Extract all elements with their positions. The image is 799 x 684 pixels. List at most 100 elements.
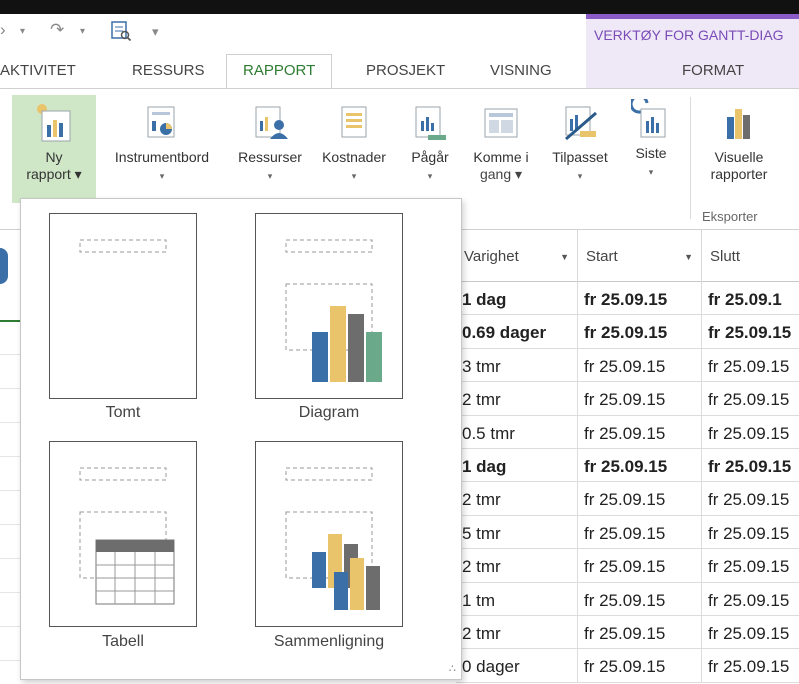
report-option-blank[interactable] — [49, 213, 197, 399]
duration-cell[interactable]: 2 tmr — [456, 549, 578, 583]
tab-prosjekt[interactable]: PROSJEKT — [366, 62, 445, 79]
costs-button[interactable]: Kostnader ▾ — [312, 95, 396, 203]
duration-cell[interactable]: 0.5 tmr — [456, 415, 578, 449]
end-cell[interactable]: fr 25.09.15 — [702, 616, 799, 649]
context-tab-group: VERKTØY FOR GANTT-DIAG — [586, 14, 799, 54]
dashboard-icon — [147, 106, 175, 138]
in-progress-icon — [415, 106, 446, 140]
report-option-comparison[interactable] — [255, 441, 403, 627]
resources-icon — [255, 106, 288, 139]
start-cell[interactable]: fr 25.09.15 — [578, 616, 702, 650]
row-line — [0, 626, 20, 627]
end-cell[interactable]: fr 25.09.15 — [702, 482, 799, 515]
tab-format[interactable]: FORMAT — [682, 62, 744, 79]
resources-button[interactable]: Ressurser ▾ — [230, 95, 310, 203]
column-header-start[interactable]: Start ▼ — [578, 230, 702, 282]
tab-visning[interactable]: VISNING — [490, 62, 552, 79]
tab-aktivitet[interactable]: AKTIVITET — [0, 62, 76, 79]
end-cell[interactable]: fr 25.09.15 — [702, 416, 799, 449]
getting-started-icon — [484, 108, 518, 138]
task-grid: Varighet ▼ Start ▼ Slutt 1 dag fr 25.09.1… — [456, 230, 799, 684]
report-option-chart[interactable] — [255, 213, 403, 399]
end-cell[interactable]: fr 25.09.15 — [702, 583, 799, 616]
duration-cell[interactable]: 2 tmr — [456, 382, 578, 416]
row-line — [0, 422, 20, 423]
start-cell[interactable]: fr 25.09.15 — [578, 315, 702, 349]
duration-filter-icon[interactable]: ▼ — [560, 252, 569, 262]
start-cell[interactable]: fr 25.09.15 — [578, 449, 702, 483]
end-cell[interactable]: fr 25.09.15 — [702, 315, 799, 348]
report-option-table[interactable] — [49, 441, 197, 627]
end-cell[interactable]: fr 25.09.15 — [702, 449, 799, 482]
end-cell[interactable]: fr 25.09.15 — [702, 516, 799, 549]
duration-cell[interactable]: 0 dager — [456, 649, 578, 683]
redo-dropdown-icon[interactable]: ▾ — [80, 26, 85, 37]
print-preview-icon[interactable] — [110, 20, 132, 47]
duration-cell[interactable]: 1 tm — [456, 582, 578, 616]
in-progress-button[interactable]: Pågår ▾ — [400, 95, 460, 203]
row-line — [0, 592, 20, 593]
table-row[interactable]: 1 dag fr 25.09.15 fr 25.09.15 — [456, 449, 799, 483]
resize-grip-icon[interactable]: ∴ — [449, 662, 456, 675]
undo-icon[interactable]: › — [0, 20, 6, 40]
start-cell[interactable]: fr 25.09.15 — [578, 515, 702, 550]
start-cell[interactable]: fr 25.09.15 — [578, 482, 702, 516]
tab-ressurs[interactable]: RESSURS — [132, 62, 205, 79]
column-header-end-label: Slutt — [710, 248, 741, 265]
start-cell[interactable]: fr 25.09.15 — [578, 282, 702, 316]
end-cell[interactable]: fr 25.09.15 — [702, 382, 799, 415]
table-row[interactable]: 0.5 tmr fr 25.09.15 fr 25.09.15 — [456, 415, 799, 449]
duration-cell[interactable]: 0.69 dager — [456, 315, 578, 349]
table-row[interactable]: 1 dag fr 25.09.15 fr 25.09.1 — [456, 282, 799, 316]
end-cell[interactable]: fr 25.09.15 — [702, 549, 799, 582]
undo-dropdown-icon[interactable]: ▾ — [20, 26, 25, 37]
column-header-duration[interactable]: Varighet ▼ — [456, 230, 578, 282]
start-cell[interactable]: fr 25.09.15 — [578, 382, 702, 416]
start-cell[interactable]: fr 25.09.15 — [578, 549, 702, 583]
new-report-button[interactable]: Ny rapport ▾ — [12, 95, 96, 203]
table-row[interactable]: 0 dager fr 25.09.15 fr 25.09.15 — [456, 649, 799, 683]
row-line — [0, 558, 20, 559]
duration-cell[interactable]: 3 tmr — [456, 348, 578, 383]
table-row[interactable]: 0.69 dager fr 25.09.15 fr 25.09.15 — [456, 315, 799, 349]
customize-qat-icon[interactable]: ▾ — [152, 24, 159, 40]
costs-label: Kostnader — [322, 149, 386, 165]
start-cell[interactable]: fr 25.09.15 — [578, 582, 702, 616]
duration-cell[interactable]: 1 dag — [456, 449, 578, 483]
table-row[interactable]: 2 tmr fr 25.09.15 fr 25.09.15 — [456, 616, 799, 650]
resources-dropdown-icon: ▾ — [267, 171, 273, 181]
table-row[interactable]: 5 tmr fr 25.09.15 fr 25.09.15 — [456, 515, 799, 550]
ribbon-group-separator — [690, 97, 691, 219]
table-row[interactable]: 2 tmr fr 25.09.15 fr 25.09.15 — [456, 549, 799, 583]
start-cell[interactable]: fr 25.09.15 — [578, 348, 702, 383]
export-group-label: Eksporter — [702, 209, 758, 224]
recent-button[interactable]: Siste ▾ — [620, 95, 682, 203]
custom-dropdown-icon: ▾ — [577, 171, 583, 181]
duration-cell[interactable]: 2 tmr — [456, 482, 578, 516]
row-line — [0, 354, 20, 355]
row-line — [0, 456, 20, 457]
table-row[interactable]: 1 tm fr 25.09.15 fr 25.09.15 — [456, 582, 799, 616]
end-cell[interactable]: fr 25.09.1 — [702, 282, 799, 315]
column-header-end[interactable]: Slutt — [702, 230, 799, 282]
duration-cell[interactable]: 1 dag — [456, 282, 578, 316]
dashboard-button[interactable]: Instrumentbord ▾ — [98, 95, 226, 203]
custom-button[interactable]: Tilpasset ▾ — [544, 95, 616, 203]
table-row[interactable]: 2 tmr fr 25.09.15 fr 25.09.15 — [456, 482, 799, 516]
row-line — [0, 524, 20, 525]
start-filter-icon[interactable]: ▼ — [684, 252, 693, 262]
duration-cell[interactable]: 5 tmr — [456, 515, 578, 550]
tab-rapport[interactable]: RAPPORT — [226, 54, 333, 90]
visual-reports-button[interactable]: Visuelle rapporter — [696, 95, 782, 203]
report-option-chart-label: Diagram — [298, 404, 360, 421]
start-cell[interactable]: fr 25.09.15 — [578, 415, 702, 449]
start-cell[interactable]: fr 25.09.15 — [578, 649, 702, 683]
duration-cell[interactable]: 2 tmr — [456, 616, 578, 650]
end-cell[interactable]: fr 25.09.15 — [702, 649, 799, 682]
redo-icon[interactable]: ↷ — [50, 20, 64, 40]
table-row[interactable]: 3 tmr fr 25.09.15 fr 25.09.15 — [456, 348, 799, 383]
end-cell[interactable]: fr 25.09.15 — [702, 349, 799, 382]
table-row[interactable]: 2 tmr fr 25.09.15 fr 25.09.15 — [456, 382, 799, 416]
column-header-duration-label: Varighet — [464, 248, 519, 265]
getting-started-button[interactable]: Komme i gang ▾ — [462, 95, 540, 203]
